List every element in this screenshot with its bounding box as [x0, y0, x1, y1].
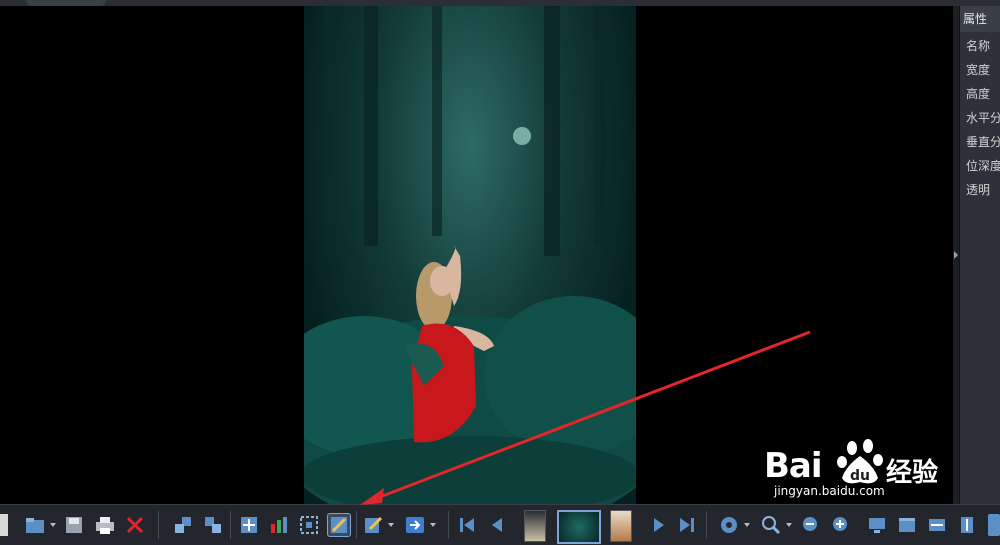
first-icon[interactable]: [456, 514, 478, 536]
svg-text:du: du: [850, 468, 870, 484]
zoom-in-icon[interactable]: [830, 514, 852, 536]
edit-icon[interactable]: [362, 514, 384, 536]
back-icon[interactable]: [0, 514, 8, 536]
open-dropdown-icon[interactable]: [50, 523, 56, 527]
monitor-icon[interactable]: [866, 514, 888, 536]
fit-height-icon[interactable]: [956, 514, 978, 536]
image-viewer[interactable]: [0, 6, 953, 504]
fit-icon[interactable]: [238, 514, 260, 536]
zoom-out-icon[interactable]: [800, 514, 822, 536]
toolbar-separator: [158, 511, 159, 539]
more-icon[interactable]: [988, 514, 1000, 536]
delete-icon[interactable]: [124, 514, 146, 536]
collapse-arrow-icon[interactable]: [954, 251, 958, 259]
rotate-left-icon[interactable]: [172, 514, 194, 536]
zoom-dropdown-icon[interactable]: [786, 523, 792, 527]
property-v-resolution: 垂直分: [966, 135, 1000, 149]
settings-dropdown-icon[interactable]: [744, 523, 750, 527]
edit-dropdown-icon[interactable]: [388, 523, 394, 527]
crop-icon[interactable]: [298, 514, 320, 536]
bottom-toolbar: [0, 504, 1000, 545]
fit-width-icon[interactable]: [926, 514, 948, 536]
property-transparency: 透明: [966, 183, 991, 197]
draw-icon[interactable]: [327, 513, 351, 537]
watermark-brand-cn: 经验: [886, 458, 939, 488]
export-arrow-icon[interactable]: [404, 514, 426, 536]
settings-icon[interactable]: [718, 514, 740, 536]
property-bit-depth: 位深度: [966, 159, 1000, 173]
save-icon[interactable]: [63, 514, 85, 536]
thumbnail[interactable]: [524, 510, 546, 542]
toolbar-separator: [230, 511, 231, 539]
property-width: 宽度: [966, 63, 991, 77]
prev-icon[interactable]: [486, 514, 508, 536]
property-h-resolution: 水平分: [966, 111, 1000, 125]
toolbar-separator: [356, 511, 357, 539]
watermark-brand: Bai: [764, 446, 823, 486]
properties-title: 属性: [960, 6, 1000, 32]
displayed-photo: [304, 6, 636, 504]
last-icon[interactable]: [676, 514, 698, 536]
thumbnail[interactable]: [610, 510, 632, 542]
window-icon[interactable]: [896, 514, 918, 536]
open-folder-icon[interactable]: [24, 514, 46, 536]
toolbar-separator: [706, 511, 707, 539]
chart-icon[interactable]: [268, 514, 290, 536]
baidu-watermark: du Bai 经验 jingyan.baidu.com: [764, 436, 954, 498]
toolbar-separator: [448, 511, 449, 539]
property-name: 名称: [966, 39, 991, 53]
export-dropdown-icon[interactable]: [430, 523, 436, 527]
next-icon[interactable]: [648, 514, 670, 536]
property-height: 高度: [966, 87, 991, 101]
properties-panel: 属性 名称 宽度 高度 水平分 垂直分 位深度 透明: [959, 6, 1000, 504]
zoom-icon[interactable]: [760, 514, 782, 536]
watermark-url: jingyan.baidu.com: [774, 484, 885, 498]
thumbnail-selected[interactable]: [557, 510, 601, 544]
rotate-right-icon[interactable]: [202, 514, 224, 536]
print-icon[interactable]: [94, 514, 116, 536]
